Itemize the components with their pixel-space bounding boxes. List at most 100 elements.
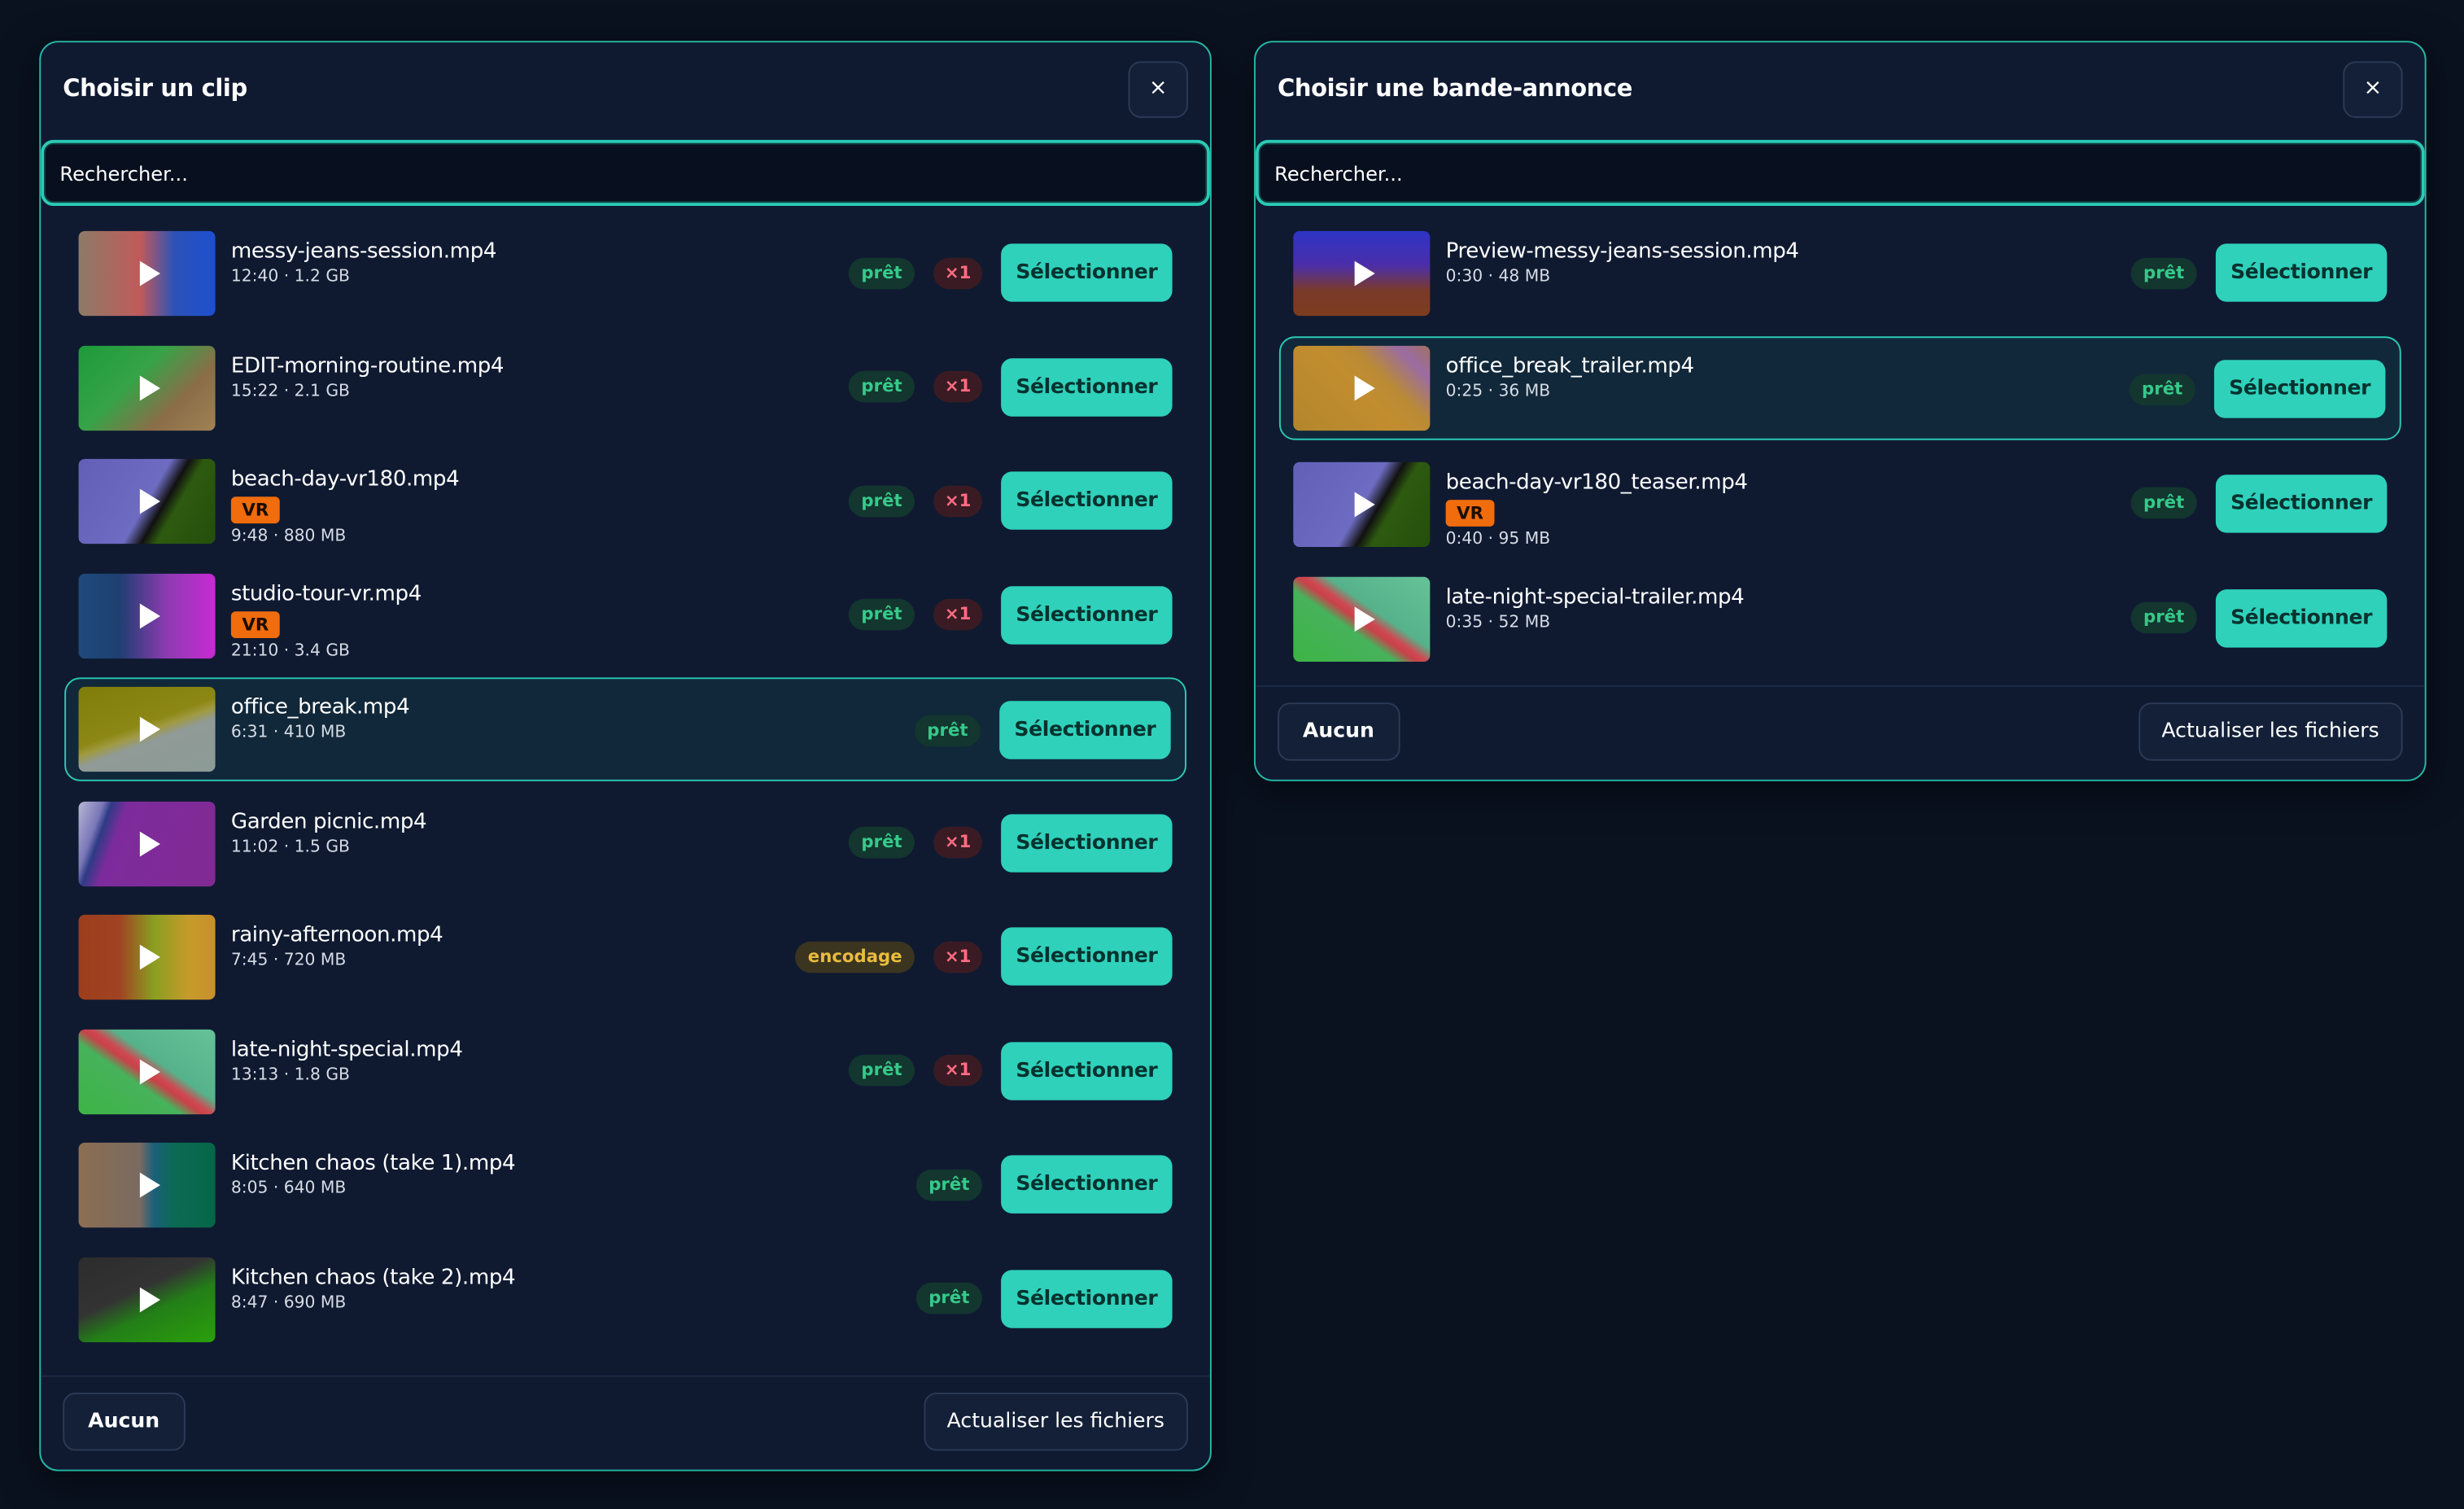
play-icon: [138, 716, 160, 742]
list-item[interactable]: Kitchen chaos (take 1).mp4 8:05 · 640 MB p…: [64, 1133, 1186, 1236]
select-button[interactable]: Sélectionner: [999, 701, 1171, 759]
list-item[interactable]: rainy-afternoon.mp4 7:45 · 720 MB encodage…: [64, 905, 1186, 1008]
row-actions: prêt Sélectionner: [915, 1269, 1173, 1327]
play-icon: [138, 374, 160, 400]
file-meta: 8:47 · 690 MB: [230, 1292, 347, 1312]
file-meta: 21:10 · 3.4 GB: [230, 640, 350, 660]
select-button[interactable]: Sélectionner: [1001, 1269, 1173, 1327]
none-button[interactable]: Aucun: [63, 1392, 185, 1451]
search-input[interactable]: [1258, 142, 2422, 203]
dialog-footer: Aucun Actualiser les fichiers: [1255, 685, 2425, 780]
row-actions: prêt Sélectionner: [915, 1155, 1173, 1214]
dialog-header: Choisir un clip ×: [41, 42, 1210, 140]
select-button[interactable]: Sélectionner: [1001, 357, 1173, 416]
file-meta: 9:48 · 880 MB: [230, 526, 347, 546]
play-icon: [1353, 376, 1374, 402]
file-name: studio-tour-vr.mp4: [230, 580, 422, 606]
video-thumbnail[interactable]: [78, 800, 216, 886]
clip-picker-dialog: Choisir un clip × messy-jeans-session.mp…: [39, 41, 1212, 1472]
refresh-files-button[interactable]: Actualiser les fichiers: [923, 1392, 1188, 1451]
select-button[interactable]: Sélectionner: [1001, 813, 1173, 872]
row-actions: prêt ×1 Sélectionner: [848, 243, 1173, 302]
video-thumbnail[interactable]: [78, 686, 216, 772]
usage-count-badge: ×1: [933, 370, 982, 403]
list-item[interactable]: beach-day-vr180.mp4 VR 9:48 · 880 MB prêt ×1…: [64, 449, 1186, 553]
list-item[interactable]: late-night-special-trailer.mp4 0:35 · 52 …: [1279, 567, 2401, 671]
list-item[interactable]: Garden picnic.mp4 11:02 · 1.5 GB prêt ×1 Sél…: [64, 791, 1186, 894]
play-icon: [138, 1286, 160, 1312]
row-actions: encodage ×1 Sélectionner: [795, 927, 1173, 986]
close-button[interactable]: ×: [1128, 61, 1188, 118]
select-button[interactable]: Sélectionner: [1001, 1155, 1173, 1214]
play-icon: [138, 944, 160, 970]
file-meta: 0:25 · 36 MB: [1445, 382, 1551, 402]
list-item[interactable]: Preview-messy-jeans-session.mp4 0:30 · 48…: [1279, 221, 2401, 325]
list-item[interactable]: studio-tour-vr.mp4 VR 21:10 · 3.4 GB prêt ×1…: [64, 563, 1186, 667]
status-badge: prêt: [848, 484, 915, 517]
video-thumbnail[interactable]: [78, 572, 216, 658]
play-icon: [138, 1172, 160, 1198]
file-meta: 7:45 · 720 MB: [230, 951, 347, 970]
status-badge: prêt: [2130, 256, 2197, 289]
video-thumbnail[interactable]: [78, 458, 216, 545]
file-meta: 0:30 · 48 MB: [1445, 267, 1551, 286]
file-name: Kitchen chaos (take 2).mp4: [230, 1264, 516, 1290]
file-name: rainy-afternoon.mp4: [230, 922, 443, 948]
list-item[interactable]: messy-jeans-session.mp4 12:40 · 1.2 GB prê…: [64, 221, 1186, 325]
row-actions: prêt ×1 Sélectionner: [848, 1041, 1173, 1100]
select-button[interactable]: Sélectionner: [2213, 360, 2386, 419]
status-badge: prêt: [848, 1054, 915, 1087]
video-thumbnail[interactable]: [78, 1256, 216, 1342]
select-button[interactable]: Sélectionner: [1001, 1041, 1173, 1100]
row-actions: prêt Sélectionner: [2130, 588, 2388, 648]
file-info: studio-tour-vr.mp4 VR 21:10 · 3.4 GB: [230, 580, 422, 660]
file-info: office_break.mp4 6:31 · 410 MB: [231, 695, 410, 742]
dialog-footer: Aucun Actualiser les fichiers: [41, 1375, 1210, 1470]
file-info: messy-jeans-session.mp4 12:40 · 1.2 GB: [230, 239, 497, 286]
refresh-files-button[interactable]: Actualiser les fichiers: [2138, 702, 2403, 761]
file-name: Preview-messy-jeans-session.mp4: [1445, 238, 1799, 265]
select-button[interactable]: Sélectionner: [1001, 585, 1173, 644]
dialog-header: Choisir une bande-annonce ×: [1256, 42, 2425, 140]
vr-badge: VR: [230, 496, 280, 524]
none-button[interactable]: Aucun: [1278, 702, 1400, 761]
video-thumbnail[interactable]: [1293, 576, 1431, 662]
video-thumbnail[interactable]: [78, 1028, 216, 1114]
list-item[interactable]: beach-day-vr180_teaser.mp4 VR 0:40 · 95 MB…: [1279, 452, 2401, 555]
file-meta: 12:40 · 1.2 GB: [230, 267, 350, 286]
search-field[interactable]: [1255, 139, 2425, 206]
usage-count-badge: ×1: [933, 484, 982, 517]
video-thumbnail[interactable]: [78, 1142, 216, 1228]
select-button[interactable]: Sélectionner: [1001, 471, 1173, 530]
video-thumbnail[interactable]: [78, 230, 216, 317]
video-thumbnail[interactable]: [78, 914, 216, 1000]
status-badge: prêt: [2130, 602, 2197, 634]
video-thumbnail[interactable]: [78, 344, 216, 431]
file-info: beach-day-vr180_teaser.mp4 VR 0:40 · 95 MB: [1445, 470, 1748, 548]
search-field[interactable]: [41, 139, 1210, 206]
list-item[interactable]: Kitchen chaos (take 2).mp4 8:47 · 690 MB p…: [64, 1247, 1186, 1350]
file-info: late-night-special-trailer.mp4 0:35 · 52 …: [1446, 584, 1745, 632]
select-button[interactable]: Sélectionner: [1001, 927, 1173, 986]
file-info: rainy-afternoon.mp4 7:45 · 720 MB: [231, 923, 443, 970]
play-icon: [138, 488, 160, 514]
video-thumbnail[interactable]: [1293, 461, 1431, 547]
row-actions: prêt Sélectionner: [2130, 474, 2388, 532]
select-button[interactable]: Sélectionner: [2215, 243, 2388, 302]
select-button[interactable]: Sélectionner: [2215, 588, 2388, 648]
vr-badge: VR: [230, 610, 280, 638]
row-actions: prêt ×1 Sélectionner: [848, 471, 1173, 530]
select-button[interactable]: Sélectionner: [2215, 474, 2388, 532]
usage-count-badge: ×1: [933, 826, 982, 859]
search-input[interactable]: [44, 142, 1208, 203]
list-item[interactable]: late-night-special.mp4 13:13 · 1.8 GB prêt…: [64, 1019, 1186, 1122]
file-info: Kitchen chaos (take 1).mp4 8:05 · 640 MB: [231, 1151, 516, 1198]
play-icon: [1353, 606, 1374, 632]
list-item[interactable]: office_break_trailer.mp4 0:25 · 36 MB prêt…: [1278, 336, 2401, 441]
close-button[interactable]: ×: [2343, 61, 2403, 118]
list-item[interactable]: EDIT-morning-routine.mp4 15:22 · 2.1 GB pr…: [64, 335, 1186, 439]
list-item[interactable]: office_break.mp4 6:31 · 410 MB prêt Sélecti…: [64, 677, 1186, 781]
video-thumbnail[interactable]: [1293, 230, 1431, 317]
video-thumbnail[interactable]: [1293, 346, 1431, 431]
select-button[interactable]: Sélectionner: [1001, 243, 1173, 302]
